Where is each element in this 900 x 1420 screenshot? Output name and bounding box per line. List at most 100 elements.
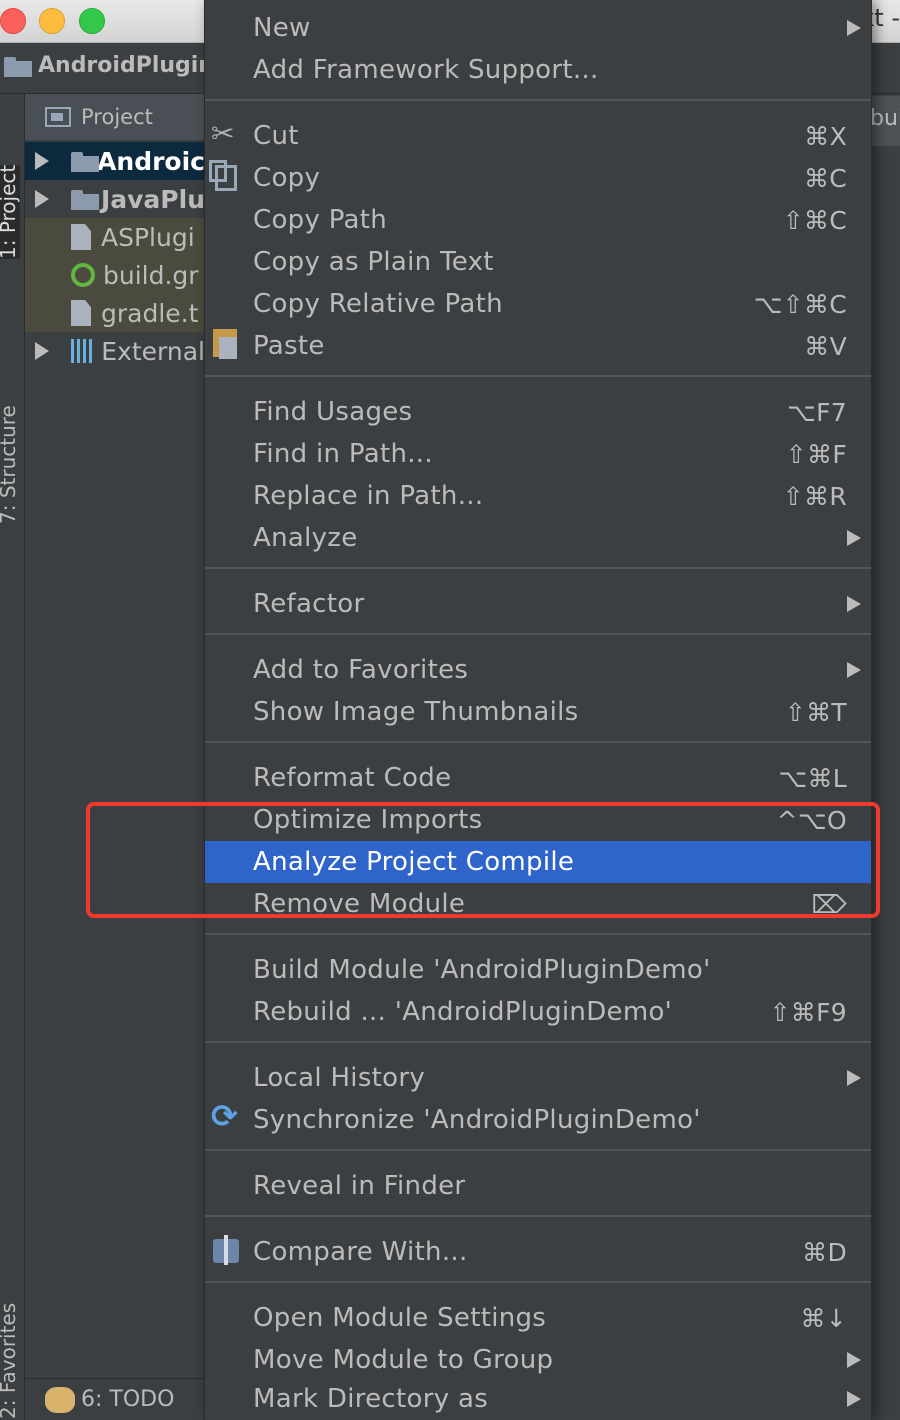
menu-item-label: Copy: [253, 163, 321, 193]
menu-separator: [205, 1149, 871, 1151]
menu-item-cut[interactable]: Cut ⌘X: [205, 115, 871, 157]
project-view-icon: [45, 107, 71, 127]
context-menu: New Add Framework Support... Cut ⌘X Copy…: [204, 0, 872, 1420]
project-panel-title: Project: [81, 105, 153, 129]
todo-icon: [45, 1386, 75, 1413]
menu-item-shortcut: ⌘C: [803, 163, 847, 193]
menu-item-label: Show Image Thumbnails: [253, 697, 579, 727]
menu-item-copy[interactable]: Copy ⌘C: [205, 157, 871, 199]
menu-item-label: Remove Module: [253, 889, 466, 919]
menu-item-copy-relative-path[interactable]: Copy Relative Path ⌥⇧⌘C: [205, 283, 871, 325]
menu-item-reveal-in-finder[interactable]: Reveal in Finder: [205, 1165, 871, 1207]
menu-item-label: Local History: [253, 1063, 426, 1093]
project-panel: Project Androic JavaPlu ASPlugi build.gr…: [25, 94, 205, 1420]
menu-item-remove-module[interactable]: Remove Module ⌦: [205, 883, 871, 925]
minimize-window-button[interactable]: [39, 8, 65, 34]
tree-item[interactable]: JavaPlu: [25, 180, 205, 218]
menu-item-add-to-favorites[interactable]: Add to Favorites: [205, 649, 871, 691]
menu-item-paste[interactable]: Paste ⌘V: [205, 325, 871, 367]
menu-item-shortcut: ⌘X: [804, 121, 847, 151]
library-icon: [71, 339, 94, 363]
close-window-button[interactable]: [0, 8, 26, 34]
submenu-arrow-icon: [847, 1352, 861, 1368]
tree-item-label: build.gr: [103, 260, 199, 290]
menu-item-shortcut: ⌥F7: [787, 397, 847, 427]
submenu-arrow-icon: [847, 596, 861, 612]
tree-item-label: JavaPlu: [100, 184, 205, 214]
menu-item-copy-as-plain-text[interactable]: Copy as Plain Text: [205, 241, 871, 283]
menu-item-synchronize[interactable]: Synchronize 'AndroidPluginDemo': [205, 1097, 871, 1141]
menu-item-copy-path[interactable]: Copy Path ⇧⌘C: [205, 199, 871, 241]
tree-item-label: Androic: [97, 146, 205, 176]
menu-item-shortcut: ⇧⌘T: [784, 697, 847, 727]
submenu-arrow-icon: [847, 1391, 861, 1407]
menu-separator: [205, 99, 871, 101]
menu-item-find-in-path[interactable]: Find in Path... ⇧⌘F: [205, 433, 871, 475]
tree-item-label: ASPlugi: [101, 222, 195, 252]
copy-icon: [209, 160, 237, 191]
zoom-window-button[interactable]: [79, 8, 105, 34]
menu-item-add-framework-support[interactable]: Add Framework Support...: [205, 49, 871, 91]
menu-item-shortcut: ⌦: [811, 889, 847, 919]
menu-item-label: Paste: [253, 331, 325, 361]
tab-favorites[interactable]: 2: Favorites: [0, 1303, 20, 1419]
tree-item[interactable]: gradle.t: [25, 294, 205, 332]
tree-item[interactable]: Androic: [25, 142, 205, 180]
menu-item-rebuild-module[interactable]: Rebuild ... 'AndroidPluginDemo' ⇧⌘F9: [205, 991, 871, 1033]
left-tool-strip: 1: Project 7: Structure 2: Favorites: [0, 94, 25, 1420]
menu-item-local-history[interactable]: Local History: [205, 1057, 871, 1099]
tab-structure[interactable]: 7: Structure: [0, 405, 20, 524]
menu-item-analyze-project-compile[interactable]: Analyze Project Compile: [205, 841, 871, 883]
menu-item-label: Rebuild ... 'AndroidPluginDemo': [253, 997, 673, 1027]
menu-item-refactor[interactable]: Refactor: [205, 583, 871, 625]
file-icon: [71, 300, 91, 326]
scissors-icon: [211, 117, 241, 151]
menu-item-shortcut: ⇧⌘R: [782, 481, 847, 511]
menu-item-label: Analyze: [253, 523, 358, 553]
menu-item-compare-with[interactable]: Compare With... ⌘D: [205, 1231, 871, 1273]
menu-item-shortcut: ⇧⌘F9: [769, 997, 847, 1027]
menu-item-mark-directory-as[interactable]: Mark Directory as: [205, 1378, 871, 1420]
menu-item-open-module-settings[interactable]: Open Module Settings ⌘↓: [205, 1297, 871, 1339]
tab-project[interactable]: 1: Project: [0, 164, 20, 259]
menu-item-build-module[interactable]: Build Module 'AndroidPluginDemo': [205, 949, 871, 991]
menu-item-new[interactable]: New: [205, 7, 871, 49]
project-name: AndroidPlugin: [38, 53, 214, 78]
submenu-arrow-icon: [847, 662, 861, 678]
menu-item-label: Find in Path...: [253, 439, 433, 469]
tree-item[interactable]: ASPlugi: [25, 218, 205, 256]
menu-item-label: Replace in Path...: [253, 481, 484, 511]
menu-item-replace-in-path[interactable]: Replace in Path... ⇧⌘R: [205, 475, 871, 517]
menu-item-optimize-imports[interactable]: Optimize Imports ^⌥O: [205, 799, 871, 841]
menu-item-label: Refactor: [253, 589, 365, 619]
expand-arrow-icon[interactable]: [35, 152, 49, 170]
menu-separator: [205, 1281, 871, 1283]
menu-item-shortcut: ⌘↓: [800, 1303, 847, 1333]
menu-item-label: Copy as Plain Text: [253, 247, 494, 277]
tree-item[interactable]: External: [25, 332, 205, 370]
editor-tab[interactable]: bui: [870, 96, 900, 146]
menu-item-find-usages[interactable]: Find Usages ⌥F7: [205, 391, 871, 433]
gradle-icon: [71, 263, 95, 287]
menu-item-reformat-code[interactable]: Reformat Code ⌥⌘L: [205, 757, 871, 799]
menu-item-label: New: [253, 13, 311, 43]
menu-item-shortcut: ⌥⇧⌘C: [753, 289, 847, 319]
menu-item-shortcut: ^⌥O: [776, 805, 847, 835]
tab-todo[interactable]: 6: TODO: [81, 1387, 174, 1412]
menu-item-label: Analyze Project Compile: [253, 847, 575, 877]
menu-item-shortcut: ⌘D: [802, 1237, 847, 1267]
expand-arrow-icon[interactable]: [35, 342, 49, 360]
project-panel-header[interactable]: Project: [25, 94, 205, 140]
tree-item-label: External: [101, 336, 205, 366]
menu-item-label: Optimize Imports: [253, 805, 483, 835]
breadcrumb-project[interactable]: AndroidPlugin: [4, 53, 214, 78]
menu-item-analyze[interactable]: Analyze: [205, 517, 871, 559]
tree-item[interactable]: build.gr: [25, 256, 205, 294]
expand-arrow-icon[interactable]: [35, 190, 49, 208]
menu-item-shortcut: ⇧⌘F: [785, 439, 847, 469]
menu-item-label: Copy Path: [253, 205, 388, 235]
menu-item-move-module-to-group[interactable]: Move Module to Group: [205, 1339, 871, 1381]
menu-item-show-image-thumbnails[interactable]: Show Image Thumbnails ⇧⌘T: [205, 691, 871, 733]
tree-item-label: gradle.t: [101, 298, 199, 328]
menu-item-label: Add to Favorites: [253, 655, 469, 685]
